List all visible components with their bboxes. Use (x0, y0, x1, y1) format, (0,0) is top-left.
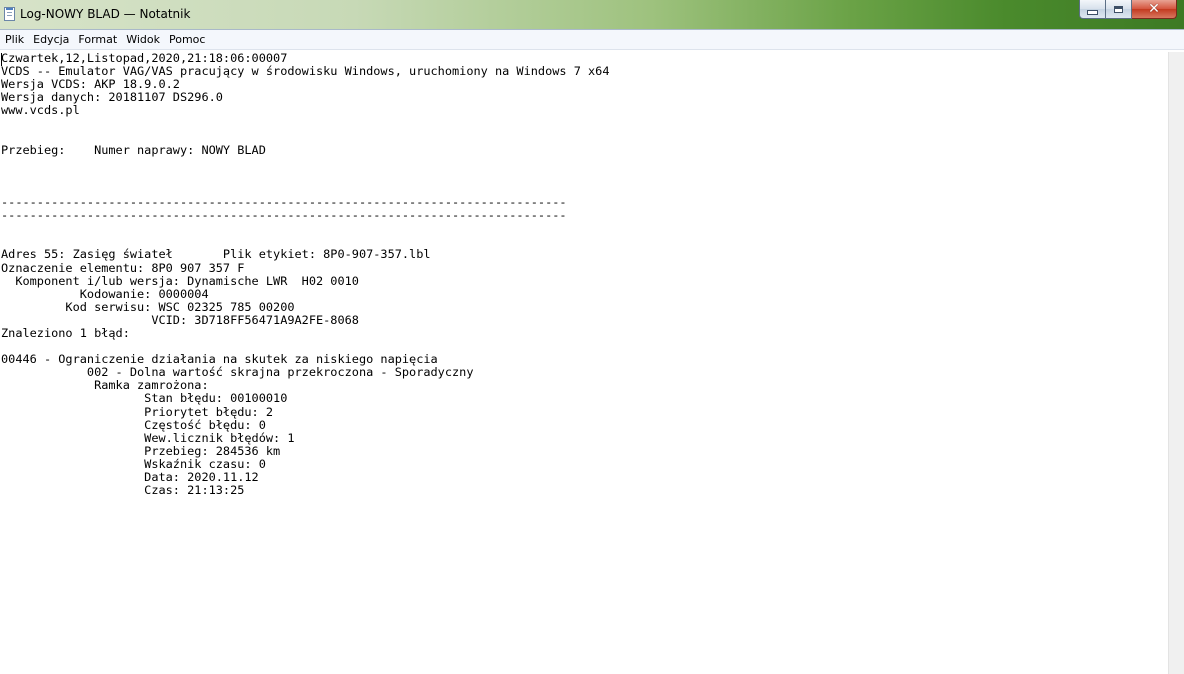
caption-buttons: ✕ (1079, 0, 1177, 20)
vertical-scrollbar[interactable] (1168, 52, 1184, 674)
close-button[interactable]: ✕ (1132, 0, 1177, 19)
menu-widok[interactable]: Widok (121, 31, 164, 49)
minimize-icon (1087, 9, 1098, 15)
notepad-icon[interactable] (4, 7, 15, 21)
window-title: Log-NOWY BLAD — Notatnik (20, 7, 191, 21)
document-text[interactable]: Czwartek,12,Listopad,2020,21:18:06:00007… (0, 52, 1168, 497)
menu-edycja[interactable]: Edycja (28, 31, 73, 49)
notepad-window: Log-NOWY BLAD — Notatnik ✕ Plik Edycja F… (0, 0, 1184, 674)
menu-bar: Plik Edycja Format Widok Pomoc (0, 30, 1184, 50)
maximize-icon (1114, 5, 1123, 13)
menu-format[interactable]: Format (73, 31, 121, 49)
menu-pomoc[interactable]: Pomoc (164, 31, 209, 49)
text-editor[interactable]: Czwartek,12,Listopad,2020,21:18:06:00007… (0, 52, 1168, 674)
text-caret (1, 53, 2, 66)
minimize-button[interactable] (1079, 0, 1106, 19)
title-bar[interactable]: Log-NOWY BLAD — Notatnik ✕ (0, 0, 1184, 30)
menu-plik[interactable]: Plik (0, 31, 28, 49)
close-icon: ✕ (1148, 1, 1160, 17)
maximize-button[interactable] (1106, 0, 1132, 19)
